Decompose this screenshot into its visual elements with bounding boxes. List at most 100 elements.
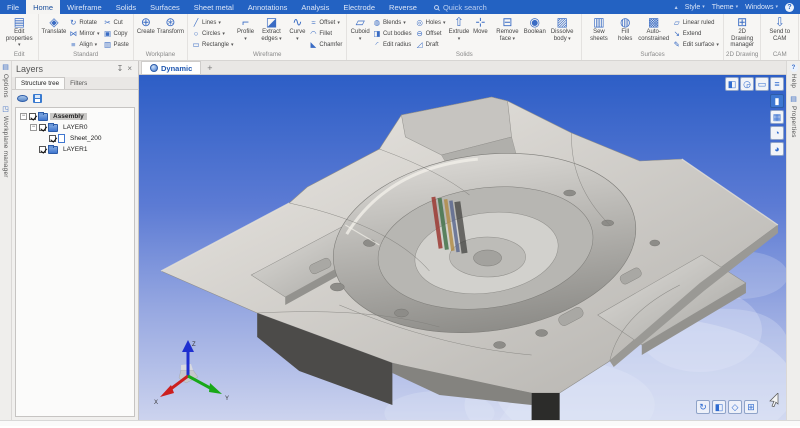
- ribbon-button-label: Cuboid ▾: [350, 29, 370, 42]
- grid-display-icon[interactable]: ▦: [770, 110, 784, 124]
- ribbon-button-create[interactable]: ⊕Create: [136, 15, 156, 51]
- view-cube-icon[interactable]: ◧: [725, 77, 739, 91]
- properties-tab[interactable]: ▤Properties: [790, 96, 797, 138]
- shaded-cube-icon[interactable]: ◧: [712, 400, 726, 414]
- ribbon-group-body: ▥Sew sheets◍Fill holes▩Auto-constrained▱…: [584, 15, 721, 51]
- panel-tab-filters[interactable]: Filters: [65, 77, 92, 89]
- view-menu-icon[interactable]: ≡: [770, 77, 784, 91]
- ribbon-button-rectangle[interactable]: ▭Rectangle▾: [191, 39, 235, 50]
- collapse-icon[interactable]: −: [30, 124, 37, 131]
- visibility-checkbox[interactable]: [49, 135, 56, 142]
- menubar-windows-menu[interactable]: Windows▾: [745, 4, 778, 11]
- ribbon-button-align[interactable]: ≡Align▾: [68, 39, 100, 50]
- menu-tab-annotations[interactable]: Annotations: [241, 0, 295, 14]
- ribbon-button-rotate[interactable]: ↻Rotate: [68, 17, 100, 28]
- ribbon-group-standard: ◈Translate↻Rotate⋈Mirror▾≡Align▾✂Cut▣Cop…: [39, 14, 134, 60]
- menu-tab-reverse[interactable]: Reverse: [382, 0, 424, 14]
- ribbon-button-mirror[interactable]: ⋈Mirror▾: [68, 28, 100, 39]
- ribbon-button-chamfer[interactable]: ◣Chamfer: [308, 39, 343, 50]
- ribbon-button-blends[interactable]: ◍Blends▾: [372, 17, 413, 28]
- create-icon: ⊕: [141, 16, 151, 29]
- panel-tab-structure-tree[interactable]: Structure tree: [15, 77, 65, 89]
- collapse-icon[interactable]: −: [20, 113, 27, 120]
- ribbon-button-paste[interactable]: ▥Paste: [103, 39, 130, 50]
- ribbon-button-draft[interactable]: ◿Draft: [415, 39, 447, 50]
- ribbon-button-holes[interactable]: ◎Holes▾: [415, 17, 447, 28]
- options-icon: ▤: [2, 64, 9, 72]
- ribbon-button-profile[interactable]: ⌐Profile ▾: [236, 15, 256, 51]
- menu-tab-electrode[interactable]: Electrode: [336, 0, 382, 14]
- menu-tab-sheet-metal[interactable]: Sheet metal: [187, 0, 241, 14]
- ribbon-button-fill-holes[interactable]: ◍Fill holes: [614, 15, 637, 51]
- ribbon-button-transform[interactable]: ⊛Transform: [156, 15, 185, 51]
- ribbon-button-fillet[interactable]: ◠Fillet: [308, 28, 343, 39]
- viewport-3d[interactable]: Z X Y ◧◶▭≡ ▮▦◔◕ ↻◧◇⊞: [139, 75, 786, 420]
- label-text: Align: [79, 42, 92, 48]
- menubar-theme-menu[interactable]: Theme▾: [712, 4, 738, 11]
- menu-tab-file[interactable]: File: [0, 0, 26, 14]
- ribbon-button-edit-radius[interactable]: ◜Edit radius: [372, 39, 413, 50]
- visibility-checkbox[interactable]: [29, 113, 36, 120]
- ribbon-button-extrude[interactable]: ⇧Extrude ▾: [447, 15, 470, 51]
- tree-node-assembly[interactable]: −Assembly: [16, 111, 134, 122]
- menu-tab-home[interactable]: Home: [26, 0, 60, 14]
- pin-icon[interactable]: ↧: [115, 65, 126, 73]
- ribbon-button-cuboid[interactable]: ▱Cuboid ▾: [349, 15, 371, 51]
- view-orient-icon[interactable]: ◔: [770, 126, 784, 140]
- ribbon-button-move[interactable]: ⊹Move: [470, 15, 490, 51]
- ribbon-button-dissolve-body[interactable]: ▨Dissolve body ▾: [545, 15, 579, 51]
- ribbon-button-extract-edges[interactable]: ◪Extract edges ▾: [256, 15, 288, 51]
- document-tab-dynamic[interactable]: Dynamic: [141, 61, 201, 74]
- help-icon[interactable]: ?: [785, 3, 794, 12]
- menu-tab-analysis[interactable]: Analysis: [294, 0, 336, 14]
- help-tab[interactable]: ?Help: [790, 64, 798, 88]
- wireframe-cube-icon[interactable]: ◇: [728, 400, 742, 414]
- ribbon-button-curve[interactable]: ∿Curve ▾: [287, 15, 307, 51]
- shaded-display-icon[interactable]: ▮: [770, 94, 784, 108]
- close-icon[interactable]: ×: [125, 65, 134, 73]
- save-icon[interactable]: [33, 94, 42, 103]
- menu-tab-wireframe[interactable]: Wireframe: [60, 0, 109, 14]
- ribbon-button-auto-constrained[interactable]: ▩Auto-constrained: [637, 15, 671, 51]
- rectangle-icon: ▭: [192, 41, 200, 49]
- visibility-checkbox[interactable]: [39, 146, 46, 153]
- orbit-icon[interactable]: ↻: [696, 400, 710, 414]
- copy-icon: ▣: [104, 30, 112, 38]
- layer-manager-icon[interactable]: [17, 95, 28, 102]
- ribbon-button-remove-face[interactable]: ⊟Remove face ▾: [490, 15, 524, 51]
- sketch-view-icon[interactable]: ◶: [740, 77, 754, 91]
- ribbon-button-edit-surface[interactable]: ✎Edit surface▾: [672, 39, 720, 50]
- ribbon-button-extend[interactable]: ↘Extend: [672, 28, 720, 39]
- tree-node-layer1[interactable]: LAYER1: [16, 144, 134, 155]
- menubar-style-menu[interactable]: Style▾: [685, 4, 705, 11]
- options-tab[interactable]: ▤Options: [2, 64, 9, 98]
- ribbon-button-boolean[interactable]: ◉Boolean: [524, 15, 545, 51]
- ribbon-button-copy[interactable]: ▣Copy: [103, 28, 130, 39]
- menu-tab-solids[interactable]: Solids: [109, 0, 143, 14]
- ribbon-button-sew-sheets[interactable]: ▥Sew sheets: [584, 15, 614, 51]
- ribbon-button-offset[interactable]: ≈Offset▾: [308, 17, 343, 28]
- visibility-checkbox[interactable]: [39, 124, 46, 131]
- tree-node-sheet-200[interactable]: Sheet_200: [16, 133, 134, 144]
- menu-tab-surfaces[interactable]: Surfaces: [143, 0, 187, 14]
- ribbon-stack: ▱Linear ruled↘Extend✎Edit surface▾: [671, 15, 721, 51]
- ribbon-button-cut-bodies[interactable]: ◨Cut bodies: [372, 28, 413, 39]
- ribbon-button-translate[interactable]: ◈Translate: [41, 15, 68, 51]
- workplane-manager-tab[interactable]: ◳Workplane manager: [2, 106, 9, 178]
- ribbon-button-2d-drawing-manager[interactable]: ⊞2D Drawing manager: [726, 15, 759, 51]
- tree-node-layer0[interactable]: −LAYER0: [16, 122, 134, 133]
- tile-view-icon[interactable]: ⊞: [744, 400, 758, 414]
- ribbon-button-circles[interactable]: ○Circles▾: [191, 28, 235, 39]
- spin-view-icon[interactable]: ◕: [770, 142, 784, 156]
- collapse-ribbon-icon[interactable]: ▴: [675, 4, 678, 11]
- ribbon-button-send-to-cam[interactable]: ⇩Send to CAM: [763, 15, 796, 51]
- ribbon-button-lines[interactable]: ╱Lines▾: [191, 17, 235, 28]
- ribbon-button-offset[interactable]: ⊖Offset: [415, 28, 447, 39]
- quick-search[interactable]: Quick search: [434, 0, 487, 14]
- chevron-down-icon: ▾: [736, 4, 739, 10]
- ribbon-button-cut[interactable]: ✂Cut: [103, 17, 130, 28]
- new-tab-button[interactable]: +: [201, 63, 218, 73]
- window-view-icon[interactable]: ▭: [755, 77, 769, 91]
- ribbon-button-linear-ruled[interactable]: ▱Linear ruled: [672, 17, 720, 28]
- ribbon-button-edit-properties[interactable]: ▤Edit properties ▾: [3, 15, 36, 51]
